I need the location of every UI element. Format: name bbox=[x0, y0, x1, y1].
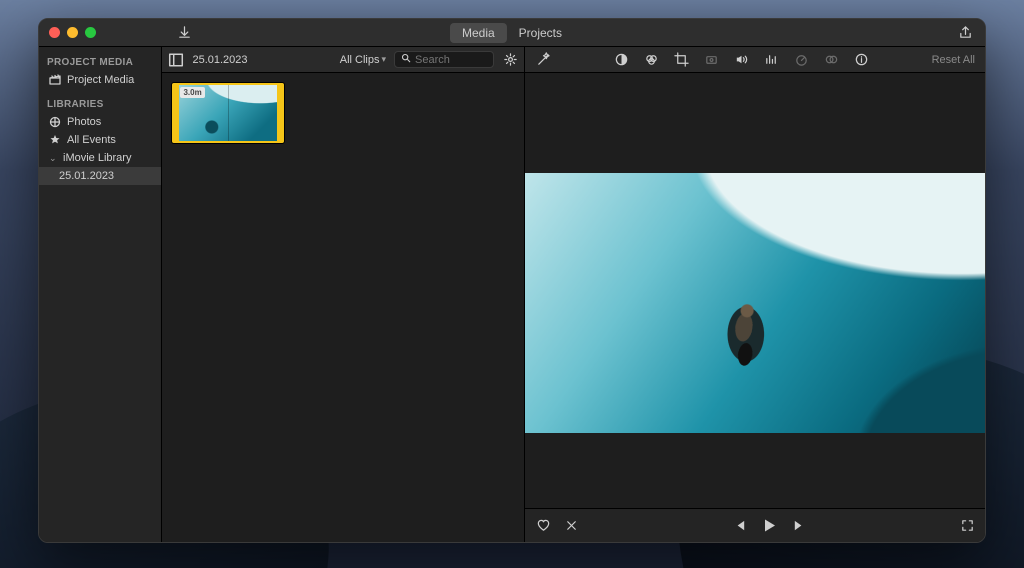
sidebar-item-all-events[interactable]: All Events bbox=[39, 131, 161, 149]
clip-filter-dropdown[interactable]: All Clips ▾ bbox=[340, 54, 386, 66]
clip-grid: 3.0m bbox=[162, 73, 524, 542]
next-icon[interactable] bbox=[791, 518, 807, 534]
noise-equalizer-icon[interactable] bbox=[763, 52, 779, 68]
speed-icon[interactable] bbox=[793, 52, 809, 68]
search-field[interactable] bbox=[394, 51, 494, 68]
tab-projects[interactable]: Projects bbox=[507, 23, 574, 43]
gear-icon[interactable] bbox=[502, 52, 518, 68]
playback-controls bbox=[731, 518, 807, 534]
sidebar-item-event[interactable]: 25.01.2023 bbox=[39, 167, 161, 185]
sidebar-heading-libraries: LIBRARIES bbox=[39, 95, 161, 113]
viewer-canvas bbox=[525, 73, 985, 508]
volume-icon[interactable] bbox=[733, 52, 749, 68]
enhance-wand-icon[interactable] bbox=[535, 52, 551, 68]
clapper-icon bbox=[49, 74, 61, 86]
filter-label: All Clips bbox=[340, 54, 380, 66]
sidebar-item-project-media[interactable]: Project Media bbox=[39, 71, 161, 89]
prev-icon[interactable] bbox=[731, 518, 747, 534]
video-clip[interactable]: 3.0m bbox=[172, 83, 284, 143]
preview-frame[interactable] bbox=[525, 173, 985, 433]
import-icon[interactable] bbox=[176, 25, 192, 41]
close-window-button[interactable] bbox=[49, 27, 60, 38]
viewer-panel: Reset All bbox=[525, 47, 985, 542]
chevron-down-icon: ⌄ bbox=[49, 153, 57, 164]
share-icon[interactable] bbox=[957, 25, 973, 41]
tab-media[interactable]: Media bbox=[450, 23, 507, 43]
fullscreen-icon[interactable] bbox=[959, 518, 975, 534]
clip-out-handle[interactable] bbox=[277, 85, 282, 141]
viewer-toolbar: Reset All bbox=[525, 47, 985, 73]
sidebar-heading-project-media: PROJECT MEDIA bbox=[39, 53, 161, 71]
stabilization-icon[interactable] bbox=[703, 52, 719, 68]
color-correction-icon[interactable] bbox=[643, 52, 659, 68]
transport-bar bbox=[525, 508, 985, 542]
star-icon bbox=[49, 134, 61, 146]
zoom-window-button[interactable] bbox=[85, 27, 96, 38]
titlebar: Media Projects bbox=[39, 19, 985, 47]
sidebar-item-label: Project Media bbox=[67, 74, 134, 86]
sidebar-item-label: All Events bbox=[67, 134, 116, 146]
info-icon[interactable] bbox=[853, 52, 869, 68]
updown-icon: ▾ bbox=[381, 54, 386, 65]
top-tabs: Media Projects bbox=[450, 23, 574, 43]
search-input[interactable] bbox=[415, 54, 487, 66]
sidebar-item-photos[interactable]: Photos bbox=[39, 113, 161, 131]
reject-icon[interactable] bbox=[563, 518, 579, 534]
photos-icon bbox=[49, 116, 61, 128]
sidebar-item-label: iMovie Library bbox=[63, 152, 131, 164]
favorite-icon[interactable] bbox=[535, 518, 551, 534]
crop-icon[interactable] bbox=[673, 52, 689, 68]
clip-frame-divider bbox=[228, 85, 229, 141]
sidebar-item-label: 25.01.2023 bbox=[59, 170, 114, 182]
window-controls bbox=[49, 27, 96, 38]
clip-duration-badge: 3.0m bbox=[180, 87, 204, 98]
color-balance-icon[interactable] bbox=[613, 52, 629, 68]
media-browser: 25.01.2023 All Clips ▾ bbox=[162, 47, 525, 542]
list-toggle-icon[interactable] bbox=[168, 52, 184, 68]
sidebar-item-imovie-library[interactable]: ⌄ iMovie Library bbox=[39, 149, 161, 167]
search-icon bbox=[401, 53, 411, 66]
clip-filter-icon[interactable] bbox=[823, 52, 839, 68]
app-window: Media Projects PROJECT MEDIA Project Med… bbox=[38, 18, 986, 543]
sidebar: PROJECT MEDIA Project Media LIBRARIES Ph… bbox=[39, 47, 162, 542]
browser-toolbar: 25.01.2023 All Clips ▾ bbox=[162, 47, 524, 73]
play-icon[interactable] bbox=[761, 518, 777, 534]
clip-in-handle[interactable] bbox=[174, 85, 179, 141]
browser-title: 25.01.2023 bbox=[192, 54, 247, 66]
reset-all-button[interactable]: Reset All bbox=[932, 54, 975, 66]
sidebar-item-label: Photos bbox=[67, 116, 101, 128]
minimize-window-button[interactable] bbox=[67, 27, 78, 38]
